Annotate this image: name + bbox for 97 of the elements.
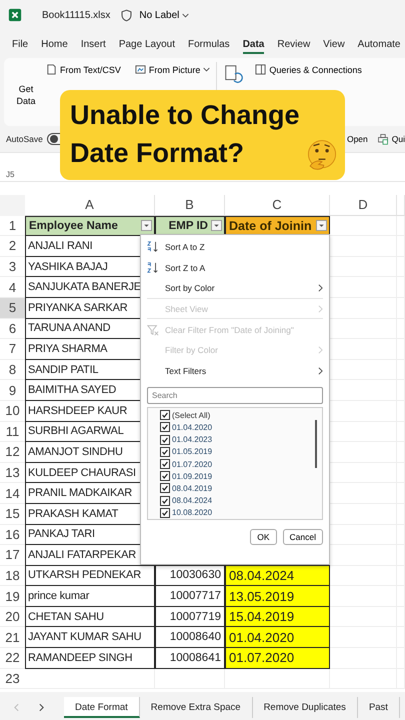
- table-cell: 01.04.2020: [225, 627, 330, 648]
- ribbon-tab[interactable]: Data: [242, 34, 264, 54]
- sheet-tab[interactable]: Remove Extra Space: [140, 696, 253, 718]
- table-cell: 15.04.2019: [225, 606, 330, 628]
- panel-icon: [255, 64, 266, 75]
- name-box[interactable]: J5: [4, 168, 16, 180]
- shield-icon: [120, 8, 134, 22]
- search-field[interactable]: Search: [147, 387, 323, 404]
- filter-value[interactable]: 01.05.2019: [172, 447, 212, 456]
- file-name: Book11115.xlsx: [42, 10, 110, 20]
- document-icon: [46, 64, 57, 75]
- ribbon-tab[interactable]: Review: [277, 34, 310, 54]
- column-header[interactable]: A: [25, 195, 155, 216]
- row-number[interactable]: 6: [0, 318, 25, 340]
- ribbon-tab[interactable]: Insert: [80, 34, 106, 54]
- table-cell: UTKARSH PEDNEKAR: [25, 566, 155, 586]
- filter-value[interactable]: 01.04.2023: [172, 435, 212, 444]
- sort-ascending-icon: [147, 241, 159, 254]
- filter-dropdown-icon[interactable]: [316, 220, 327, 232]
- select-all-corner[interactable]: [0, 195, 25, 216]
- checkbox[interactable]: [160, 410, 170, 420]
- filter-value[interactable]: 01.09.2019: [172, 472, 212, 481]
- checkbox[interactable]: [160, 446, 170, 457]
- filter-dropdown-icon[interactable]: [141, 220, 152, 232]
- chevron-right-icon: [318, 304, 323, 313]
- clear-filter-icon: [147, 324, 159, 336]
- picture-icon: [134, 64, 146, 75]
- row-number[interactable]: 16: [0, 524, 25, 546]
- table-cell: 13.05.2019: [225, 586, 330, 607]
- ribbon-button[interactable]: Queries & Connections: [255, 62, 362, 77]
- thinking-emoji-icon: [305, 138, 339, 172]
- checkbox[interactable]: [160, 471, 170, 482]
- autosave-toggle[interactable]: [46, 133, 60, 145]
- checkbox[interactable]: [160, 483, 170, 494]
- row-number[interactable]: 11: [0, 422, 25, 442]
- excel-logo-icon: [8, 8, 22, 22]
- checkbox[interactable]: [160, 459, 170, 469]
- table-cell: 01.07.2020: [225, 648, 330, 669]
- table-cell: JAYANT KUMAR SAHU: [25, 627, 155, 648]
- ribbon-button[interactable]: From Text/CSV: [46, 62, 121, 77]
- ribbon-tab[interactable]: Page Layout: [118, 34, 175, 54]
- filter-dropdown-icon[interactable]: [211, 220, 222, 232]
- caption-text: Unable to Change Date Format?: [70, 99, 301, 170]
- filter-value[interactable]: 08.04.2024: [172, 496, 212, 506]
- checkbox[interactable]: [160, 496, 170, 506]
- empty-cell[interactable]: [155, 668, 225, 690]
- filter-value[interactable]: 01.07.2020: [172, 460, 212, 468]
- filter-value[interactable]: 08.04.2019: [172, 484, 212, 493]
- chevron-right-icon: [318, 366, 323, 375]
- open-button[interactable]: Open: [346, 134, 368, 144]
- previous-sheet-icon[interactable]: [14, 702, 19, 712]
- ribbon-tab[interactable]: Home: [41, 34, 68, 54]
- next-sheet-icon[interactable]: [39, 702, 44, 712]
- row-number[interactable]: 1: [0, 216, 25, 236]
- column-header[interactable]: [397, 195, 405, 216]
- autosave-label: AutoSave: [6, 134, 43, 144]
- checkbox[interactable]: [160, 422, 170, 432]
- column-header[interactable]: C: [225, 195, 330, 216]
- quick-print-button[interactable]: Qui: [392, 134, 405, 144]
- row-number[interactable]: 13: [0, 462, 25, 484]
- ribbon-button[interactable]: From Picture: [134, 62, 210, 77]
- printer-icon: [376, 133, 389, 145]
- table-cell: CHETAN SAHU: [25, 606, 155, 628]
- sheet-tab[interactable]: Date Format: [64, 696, 140, 718]
- sheet-tab[interactable]: Past: [358, 696, 400, 718]
- sheet-tab[interactable]: Remove Duplicates: [252, 696, 358, 718]
- row-number[interactable]: 18: [0, 566, 25, 586]
- header-cell: Employee Name: [25, 216, 155, 236]
- table-cell: 08.04.2024: [225, 566, 330, 586]
- checkbox[interactable]: [160, 434, 170, 445]
- filter-value[interactable]: 10.08.2020: [172, 508, 212, 518]
- menu-item[interactable]: Sort by Color: [147, 278, 323, 299]
- table-cell: RAMANDEEP SINGH: [25, 648, 155, 669]
- ribbon-tab[interactable]: File: [12, 34, 28, 54]
- sort-descending-icon: [147, 262, 159, 274]
- ribbon-tab[interactable]: Formulas: [188, 34, 230, 54]
- scrollbar-thumb[interactable]: [315, 420, 317, 468]
- empty-cell[interactable]: [225, 668, 330, 690]
- chevron-down-icon: [182, 12, 190, 18]
- chevron-down-icon: [203, 67, 210, 72]
- cancel-button[interactable]: Cancel: [282, 529, 323, 546]
- sensitivity-label-button[interactable]: No Label: [139, 10, 190, 20]
- get-data-button[interactable]: Get Data: [12, 84, 40, 108]
- ribbon-tab[interactable]: View: [323, 34, 345, 54]
- table-cell: prince kumar: [25, 586, 155, 607]
- column-header[interactable]: D: [330, 195, 397, 216]
- row-number[interactable]: 23: [0, 668, 25, 690]
- filter-value[interactable]: 01.04.2020: [172, 422, 212, 432]
- checkbox[interactable]: [160, 508, 170, 518]
- filter-value[interactable]: (Select All): [172, 410, 210, 420]
- empty-cell[interactable]: [330, 668, 397, 690]
- row-number[interactable]: 5: [0, 298, 25, 319]
- column-header[interactable]: B: [155, 195, 225, 216]
- chevron-right-icon: [318, 284, 323, 292]
- chevron-right-icon: [318, 346, 323, 354]
- ok-button[interactable]: OK: [250, 529, 277, 546]
- ribbon-tab[interactable]: Automate: [358, 34, 400, 54]
